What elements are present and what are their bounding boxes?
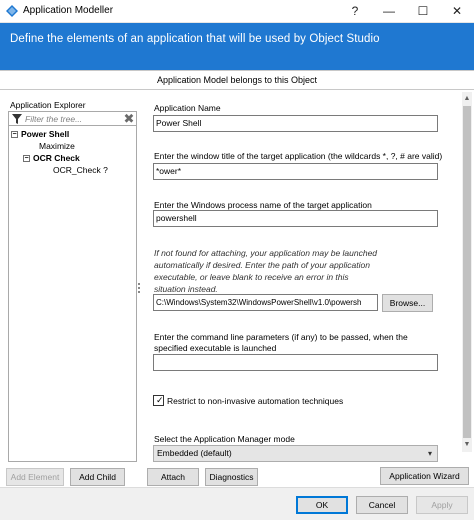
chevron-down-icon: ▾ (427, 449, 432, 458)
filter-icon (12, 114, 22, 124)
cancel-button[interactable]: Cancel (356, 496, 408, 514)
collapse-icon[interactable]: − (11, 131, 18, 139)
application-wizard-button[interactable]: Application Wizard (380, 467, 469, 485)
dialog-footer: OK Cancel Apply (0, 487, 474, 520)
app-name-field[interactable]: Power Shell (153, 115, 438, 132)
scroll-down-icon[interactable]: ▼ (462, 440, 472, 450)
ok-button[interactable]: OK (296, 496, 348, 514)
restrict-checkbox[interactable]: ✓ (153, 395, 164, 406)
tree-node-label: OCR_Check ? (53, 165, 108, 175)
restrict-label: Restrict to non-invasive automation tech… (167, 396, 344, 406)
object-bar: Application Model belongs to this Object (0, 70, 474, 90)
browse-button[interactable]: Browse... (382, 294, 433, 312)
application-explorer: Application Explorer ✖ −Power Shell Maxi… (4, 100, 137, 462)
tree-node-label: Power Shell (21, 129, 70, 139)
app-modeller-icon (6, 5, 18, 17)
process-name-label: Enter the Windows process name of the ta… (154, 200, 372, 210)
tree-node-ocr-check-child[interactable]: OCR_Check ? (53, 165, 108, 175)
checkmark-icon: ✓ (156, 395, 164, 405)
cmdline-field[interactable] (153, 354, 438, 371)
vertical-scrollbar[interactable]: ▲ ▼ (462, 92, 472, 452)
tree-node-label: Maximize (39, 141, 75, 151)
app-manager-select[interactable]: Embedded (default) ▾ (153, 445, 438, 462)
pane-splitter[interactable] (138, 283, 141, 297)
element-tree[interactable]: − Power Shell Maximize − OCR Check OCR_Che… (8, 126, 137, 462)
help-button[interactable]: ? (338, 0, 372, 23)
title-bar: Application Modeller ? — ☐ ✕ (0, 0, 474, 23)
app-manager-value: Embedded (default) (157, 448, 232, 458)
close-button[interactable]: ✕ (440, 0, 474, 23)
filter-input[interactable] (25, 113, 120, 124)
filter-box: ✖ (8, 111, 137, 126)
exe-path-field[interactable]: C:\Windows\System32\WindowsPowerShell\v1… (153, 294, 378, 311)
window-title: Application Modeller (23, 5, 114, 16)
scroll-thumb[interactable] (463, 106, 471, 438)
banner-text: Define the elements of an application th… (10, 33, 380, 45)
launch-note: If not found for attaching, your applica… (154, 248, 378, 294)
app-manager-label: Select the Application Manager mode (154, 434, 295, 444)
add-element-button[interactable]: Add Element (6, 468, 64, 486)
clear-filter-icon[interactable]: ✖ (123, 112, 135, 125)
tree-node-root[interactable]: − Power Shell (11, 129, 69, 139)
apply-button[interactable]: Apply (416, 496, 468, 514)
window-title-field[interactable]: *ower* (153, 163, 438, 180)
header-banner: Define the elements of an application th… (0, 23, 474, 70)
tree-node-maximize[interactable]: Maximize (39, 141, 75, 151)
tree-node-ocr-check[interactable]: − OCR Check (23, 153, 80, 163)
attach-button[interactable]: Attach (147, 468, 199, 486)
app-name-label: Application Name (154, 103, 221, 113)
collapse-icon[interactable]: − (23, 155, 30, 163)
minimize-button[interactable]: — (372, 0, 406, 23)
scroll-up-icon[interactable]: ▲ (462, 94, 472, 104)
tree-node-label: OCR Check (33, 153, 80, 163)
maximize-button[interactable]: ☐ (406, 0, 440, 23)
diagnostics-button[interactable]: Diagnostics (205, 468, 258, 486)
window-title-label: Enter the window title of the target app… (154, 151, 443, 161)
cmdline-label: Enter the command line parameters (if an… (154, 332, 408, 353)
process-name-field[interactable]: powershell (153, 210, 438, 227)
add-child-button[interactable]: Add Child (70, 468, 125, 486)
explorer-label: Application Explorer (10, 100, 86, 110)
